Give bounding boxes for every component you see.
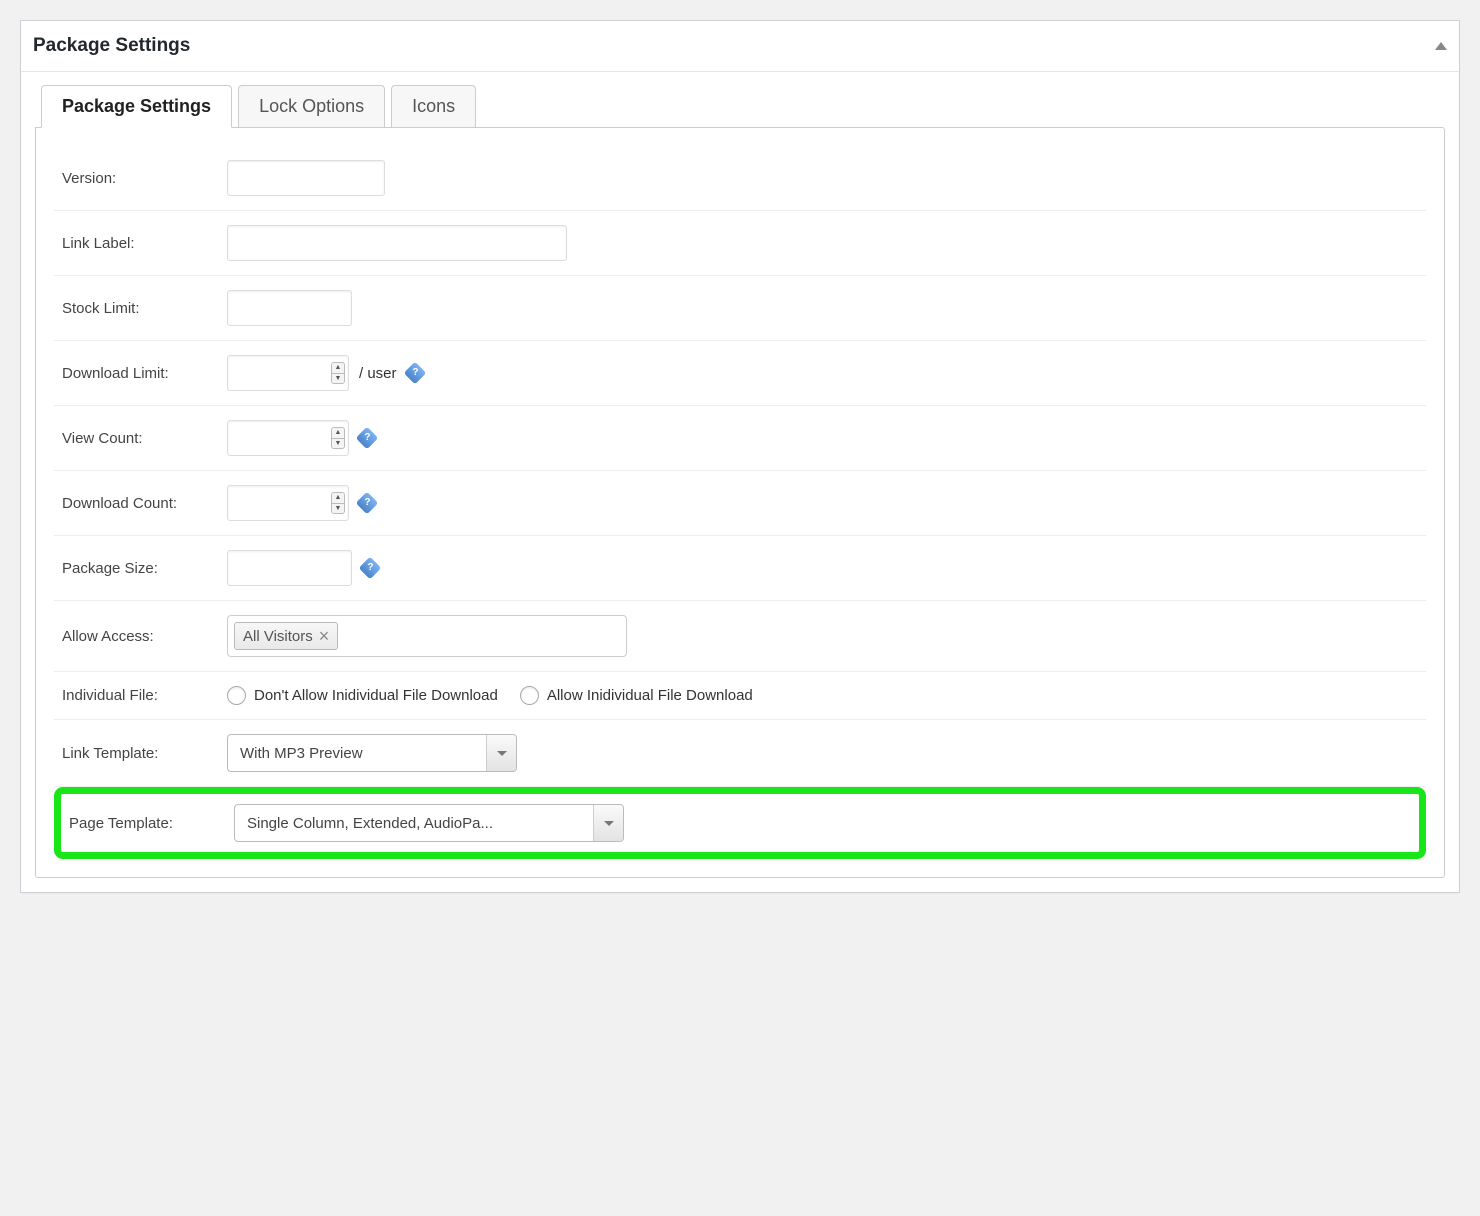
label-version: Version: — [62, 170, 227, 187]
tab-label: Icons — [412, 96, 455, 116]
row-view-count: View Count: ▲▼ — [54, 406, 1426, 471]
collapse-toggle-icon[interactable] — [1435, 42, 1447, 50]
radio-icon — [520, 686, 539, 705]
row-link-label: Link Label: — [54, 211, 1426, 276]
link-template-dropdown[interactable]: With MP3 Preview — [227, 734, 517, 772]
settings-tabs: Package Settings Lock Options Icons — [35, 85, 1445, 128]
dropdown-selected: With MP3 Preview — [228, 745, 486, 762]
metabox-header: Package Settings — [21, 21, 1459, 72]
package-settings-metabox: Package Settings Package Settings Lock O… — [20, 20, 1460, 893]
label-allow-access: Allow Access: — [62, 628, 227, 645]
settings-panel: Version: Link Label: Stock Limit: Downlo… — [35, 127, 1445, 878]
number-stepper[interactable]: ▲▼ — [331, 492, 345, 514]
download-limit-suffix: / user — [359, 365, 397, 382]
number-stepper[interactable]: ▲▼ — [331, 362, 345, 384]
row-page-template-highlighted: Page Template: Single Column, Extended, … — [54, 787, 1426, 859]
help-icon[interactable] — [356, 492, 379, 515]
label-download-limit: Download Limit: — [62, 365, 227, 382]
label-page-template: Page Template: — [69, 815, 234, 832]
access-tag: All Visitors × — [234, 622, 338, 650]
row-link-template: Link Template: With MP3 Preview — [54, 720, 1426, 787]
tab-lock-options[interactable]: Lock Options — [238, 85, 385, 128]
help-icon[interactable] — [403, 362, 426, 385]
tab-label: Package Settings — [62, 96, 211, 116]
row-version: Version: — [54, 146, 1426, 211]
tab-icons[interactable]: Icons — [391, 85, 476, 128]
dropdown-selected: Single Column, Extended, AudioPa... — [235, 815, 593, 832]
label-individual-file: Individual File: — [62, 687, 227, 704]
version-input[interactable] — [227, 160, 385, 196]
package-size-input[interactable] — [227, 550, 352, 586]
radio-dont-allow[interactable]: Don't Allow Inidividual File Download — [227, 686, 498, 705]
link-label-input[interactable] — [227, 225, 567, 261]
tab-package-settings[interactable]: Package Settings — [41, 85, 232, 128]
chevron-down-icon — [486, 735, 516, 771]
row-individual-file: Individual File: Don't Allow Inidividual… — [54, 672, 1426, 720]
radio-allow[interactable]: Allow Inidividual File Download — [520, 686, 753, 705]
label-view-count: View Count: — [62, 430, 227, 447]
label-link-template: Link Template: — [62, 745, 227, 762]
metabox-title: Package Settings — [33, 29, 190, 63]
access-tag-label: All Visitors — [243, 628, 313, 645]
individual-file-radios: Don't Allow Inidividual File Download Al… — [227, 686, 753, 705]
label-link-label: Link Label: — [62, 235, 227, 252]
page-template-dropdown[interactable]: Single Column, Extended, AudioPa... — [234, 804, 624, 842]
help-icon[interactable] — [359, 557, 382, 580]
remove-tag-icon[interactable]: × — [319, 627, 330, 645]
radio-icon — [227, 686, 246, 705]
help-icon[interactable] — [356, 427, 379, 450]
row-allow-access: Allow Access: All Visitors × — [54, 601, 1426, 672]
allow-access-tagbox[interactable]: All Visitors × — [227, 615, 627, 657]
row-package-size: Package Size: — [54, 536, 1426, 601]
label-stock-limit: Stock Limit: — [62, 300, 227, 317]
radio-label: Allow Inidividual File Download — [547, 687, 753, 704]
row-stock-limit: Stock Limit: — [54, 276, 1426, 341]
metabox-body: Package Settings Lock Options Icons Vers… — [21, 72, 1459, 892]
label-download-count: Download Count: — [62, 495, 227, 512]
row-download-count: Download Count: ▲▼ — [54, 471, 1426, 536]
tab-label: Lock Options — [259, 96, 364, 116]
number-stepper[interactable]: ▲▼ — [331, 427, 345, 449]
chevron-down-icon — [593, 805, 623, 841]
stock-limit-input[interactable] — [227, 290, 352, 326]
row-download-limit: Download Limit: ▲▼ / user — [54, 341, 1426, 406]
radio-label: Don't Allow Inidividual File Download — [254, 687, 498, 704]
label-package-size: Package Size: — [62, 560, 227, 577]
